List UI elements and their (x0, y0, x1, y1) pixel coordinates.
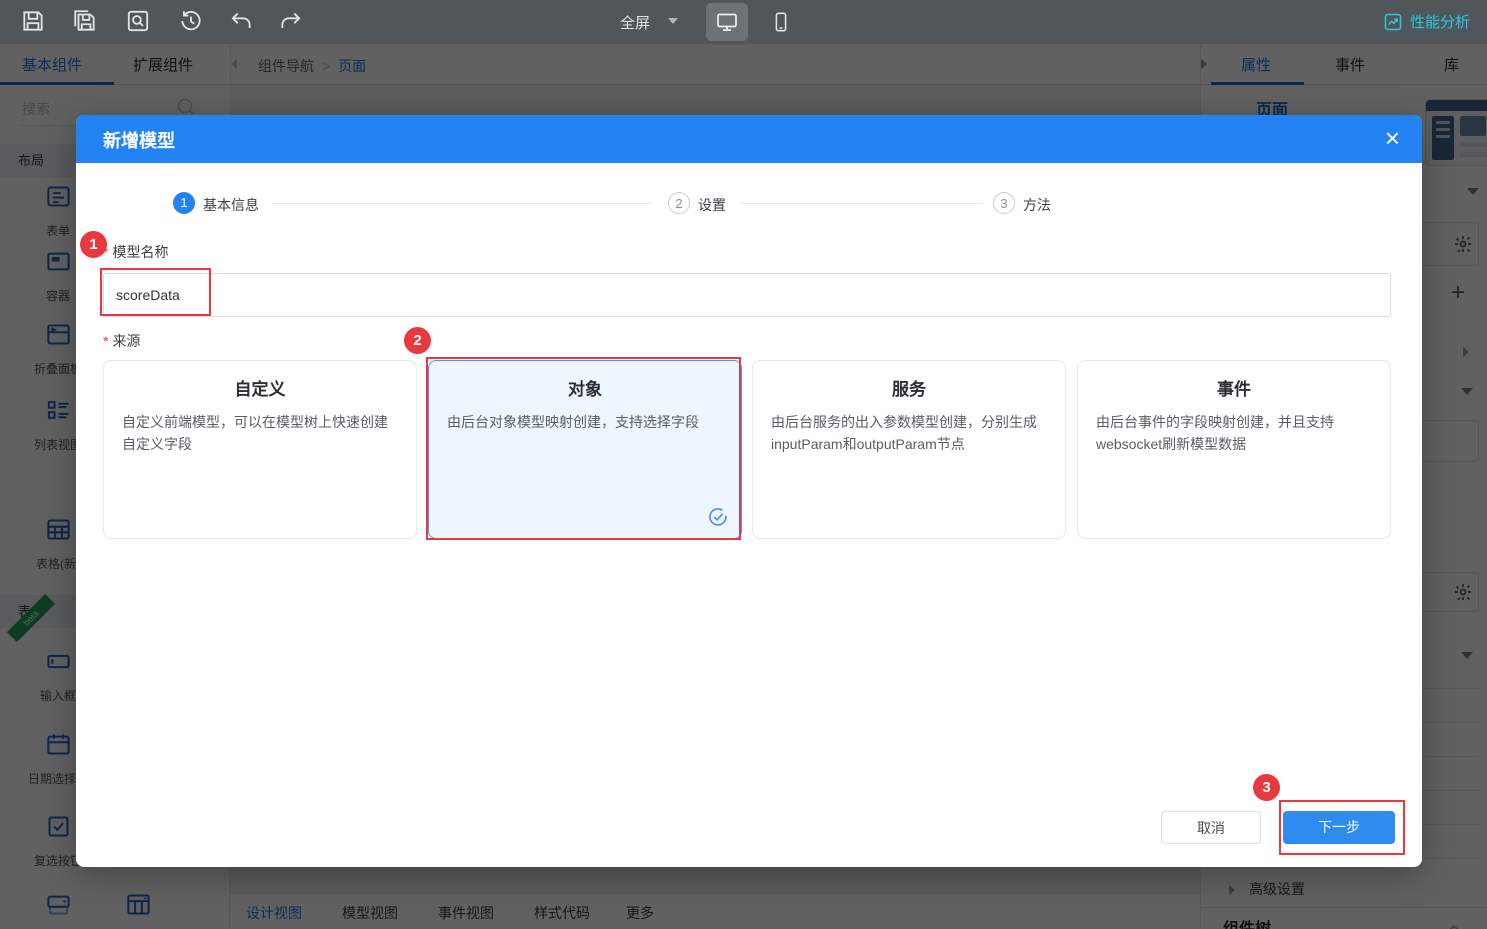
performance-analysis-button[interactable]: 性能分析 (1383, 11, 1470, 32)
step-1-circle: 1 (173, 192, 195, 214)
app-root: 全屏 性能分析 基本组件 扩展组件 组件导航>页面 属性 事件 库 (0, 0, 1487, 929)
annotation-badge-3: 3 (1253, 774, 1280, 801)
card-title: 自定义 (234, 380, 286, 399)
step-3-label: 方法 (1023, 197, 1051, 213)
preview-icon[interactable] (125, 8, 151, 34)
card-title: 服务 (892, 380, 926, 399)
annotation-badge-2: 2 (404, 327, 431, 354)
annotation-box-next-button (1279, 800, 1405, 855)
desktop-view-button[interactable] (706, 3, 748, 41)
fullscreen-select[interactable]: 全屏 (620, 12, 650, 33)
annotation-box-object-card (426, 357, 741, 540)
chevron-down-icon (668, 18, 678, 24)
step-1-label: 基本信息 (203, 197, 259, 213)
mobile-view-button[interactable] (760, 3, 802, 41)
performance-chart-icon (1384, 13, 1402, 30)
card-title: 事件 (1217, 380, 1251, 399)
history-icon[interactable] (178, 8, 204, 34)
cancel-button[interactable]: 取消 (1161, 811, 1261, 844)
source-card-event[interactable]: 事件 由后台事件的字段映射创建，并且支持websocket刷新模型数据 (1077, 360, 1391, 539)
step-2-circle: 2 (668, 192, 690, 214)
mobile-icon (775, 12, 787, 32)
source-label: * 来源 (103, 333, 141, 349)
step-3-circle: 3 (993, 192, 1015, 214)
step-2-label: 设置 (698, 197, 726, 213)
annotation-badge-1: 1 (80, 231, 107, 258)
model-name-label: * 模型名称 (103, 244, 169, 260)
save-icon[interactable] (20, 8, 46, 34)
desktop-icon (717, 13, 737, 31)
source-card-custom[interactable]: 自定义 自定义前端模型，可以在模型树上快速创建自定义字段 (103, 360, 417, 539)
annotation-box-name-input (100, 268, 211, 316)
close-icon[interactable]: × (1385, 123, 1400, 153)
top-toolbar: 全屏 性能分析 (0, 0, 1487, 44)
modal-title: 新增模型 (103, 131, 175, 151)
card-description: 由后台事件的字段映射创建，并且支持websocket刷新模型数据 (1096, 414, 1334, 452)
model-name-input[interactable] (103, 273, 1391, 317)
card-description: 自定义前端模型，可以在模型树上快速创建自定义字段 (122, 414, 388, 452)
undo-icon[interactable] (228, 8, 254, 34)
step-connector (740, 203, 983, 204)
save-as-icon[interactable] (72, 8, 98, 34)
card-description: 由后台服务的出入参数模型创建，分别生成inputParam和outputPara… (771, 414, 1037, 452)
step-connector (272, 203, 652, 204)
redo-icon[interactable] (278, 8, 304, 34)
modal-header: 新增模型 × (76, 115, 1422, 163)
new-model-modal: 新增模型 × 1 基本信息 2 设置 3 方法 *模型名称 *来源 自定义 自定… (76, 115, 1422, 867)
source-card-service[interactable]: 服务 由后台服务的出入参数模型创建，分别生成inputParam和outputP… (752, 360, 1066, 539)
